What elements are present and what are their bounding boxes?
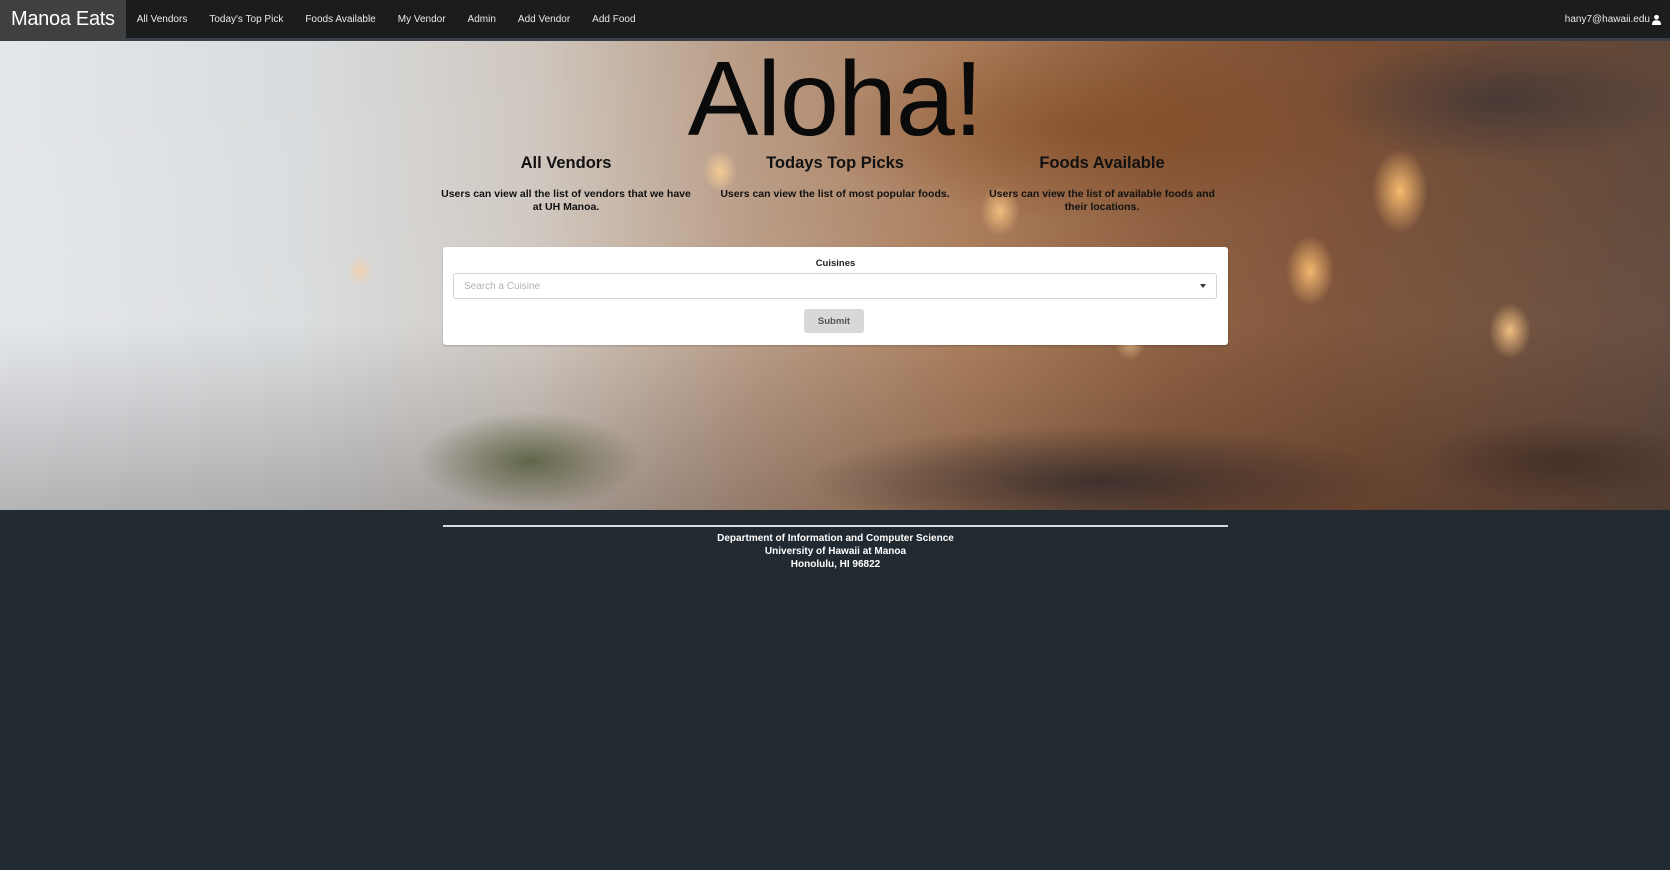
footer-department: Department of Information and Computer S… <box>717 533 954 544</box>
feature-description: Users can view all the list of vendors t… <box>441 188 691 213</box>
hero-section: Aloha! All Vendors Users can view all th… <box>0 41 1670 510</box>
cuisines-label: Cuisines <box>815 258 856 269</box>
submit-button[interactable]: Submit <box>804 309 864 333</box>
nav-item-add-food[interactable]: Add Food <box>581 0 646 38</box>
nav-item-admin[interactable]: Admin <box>457 0 507 38</box>
cuisine-search-form: Cuisines Search a Cuisine Submit <box>443 247 1228 345</box>
feature-description: Users can view the list of most popular … <box>720 188 950 200</box>
nav-item-all-vendors[interactable]: All Vendors <box>126 0 199 38</box>
feature-all-vendors: All Vendors Users can view all the list … <box>441 154 691 214</box>
nav-item-add-vendor[interactable]: Add Vendor <box>507 0 581 38</box>
footer-address: Honolulu, HI 96822 <box>790 559 881 570</box>
cuisine-select-placeholder: Search a Cuisine <box>464 280 541 292</box>
feature-heading: Todays Top Picks <box>766 154 904 172</box>
brand-logo[interactable]: Manoa Eats <box>0 0 126 40</box>
feature-todays-top-picks: Todays Top Picks Users can view the list… <box>710 154 960 201</box>
nav-item-foods-available[interactable]: Foods Available <box>294 0 386 38</box>
dropdown-caret-icon <box>1200 284 1206 288</box>
feature-description: Users can view the list of available foo… <box>989 188 1215 213</box>
user-menu[interactable]: hany7@hawaii.edu <box>1565 0 1662 38</box>
cuisine-select[interactable]: Search a Cuisine <box>453 273 1217 299</box>
feature-heading: All Vendors <box>520 154 612 172</box>
top-navbar: Manoa Eats All Vendors Today's Top Pick … <box>0 0 1670 41</box>
feature-heading: Foods Available <box>1039 154 1165 172</box>
feature-foods-available: Foods Available Users can view the list … <box>977 154 1227 214</box>
footer-university: University of Hawaii at Manoa <box>764 546 907 557</box>
hero-title: Aloha! <box>687 41 984 158</box>
nav-item-my-vendor[interactable]: My Vendor <box>387 0 457 38</box>
footer-divider <box>443 525 1228 527</box>
nav-item-todays-top-pick[interactable]: Today's Top Pick <box>198 0 294 38</box>
footer: Department of Information and Computer S… <box>443 532 1228 571</box>
user-icon <box>1651 14 1662 25</box>
user-email: hany7@hawaii.edu <box>1564 13 1650 25</box>
